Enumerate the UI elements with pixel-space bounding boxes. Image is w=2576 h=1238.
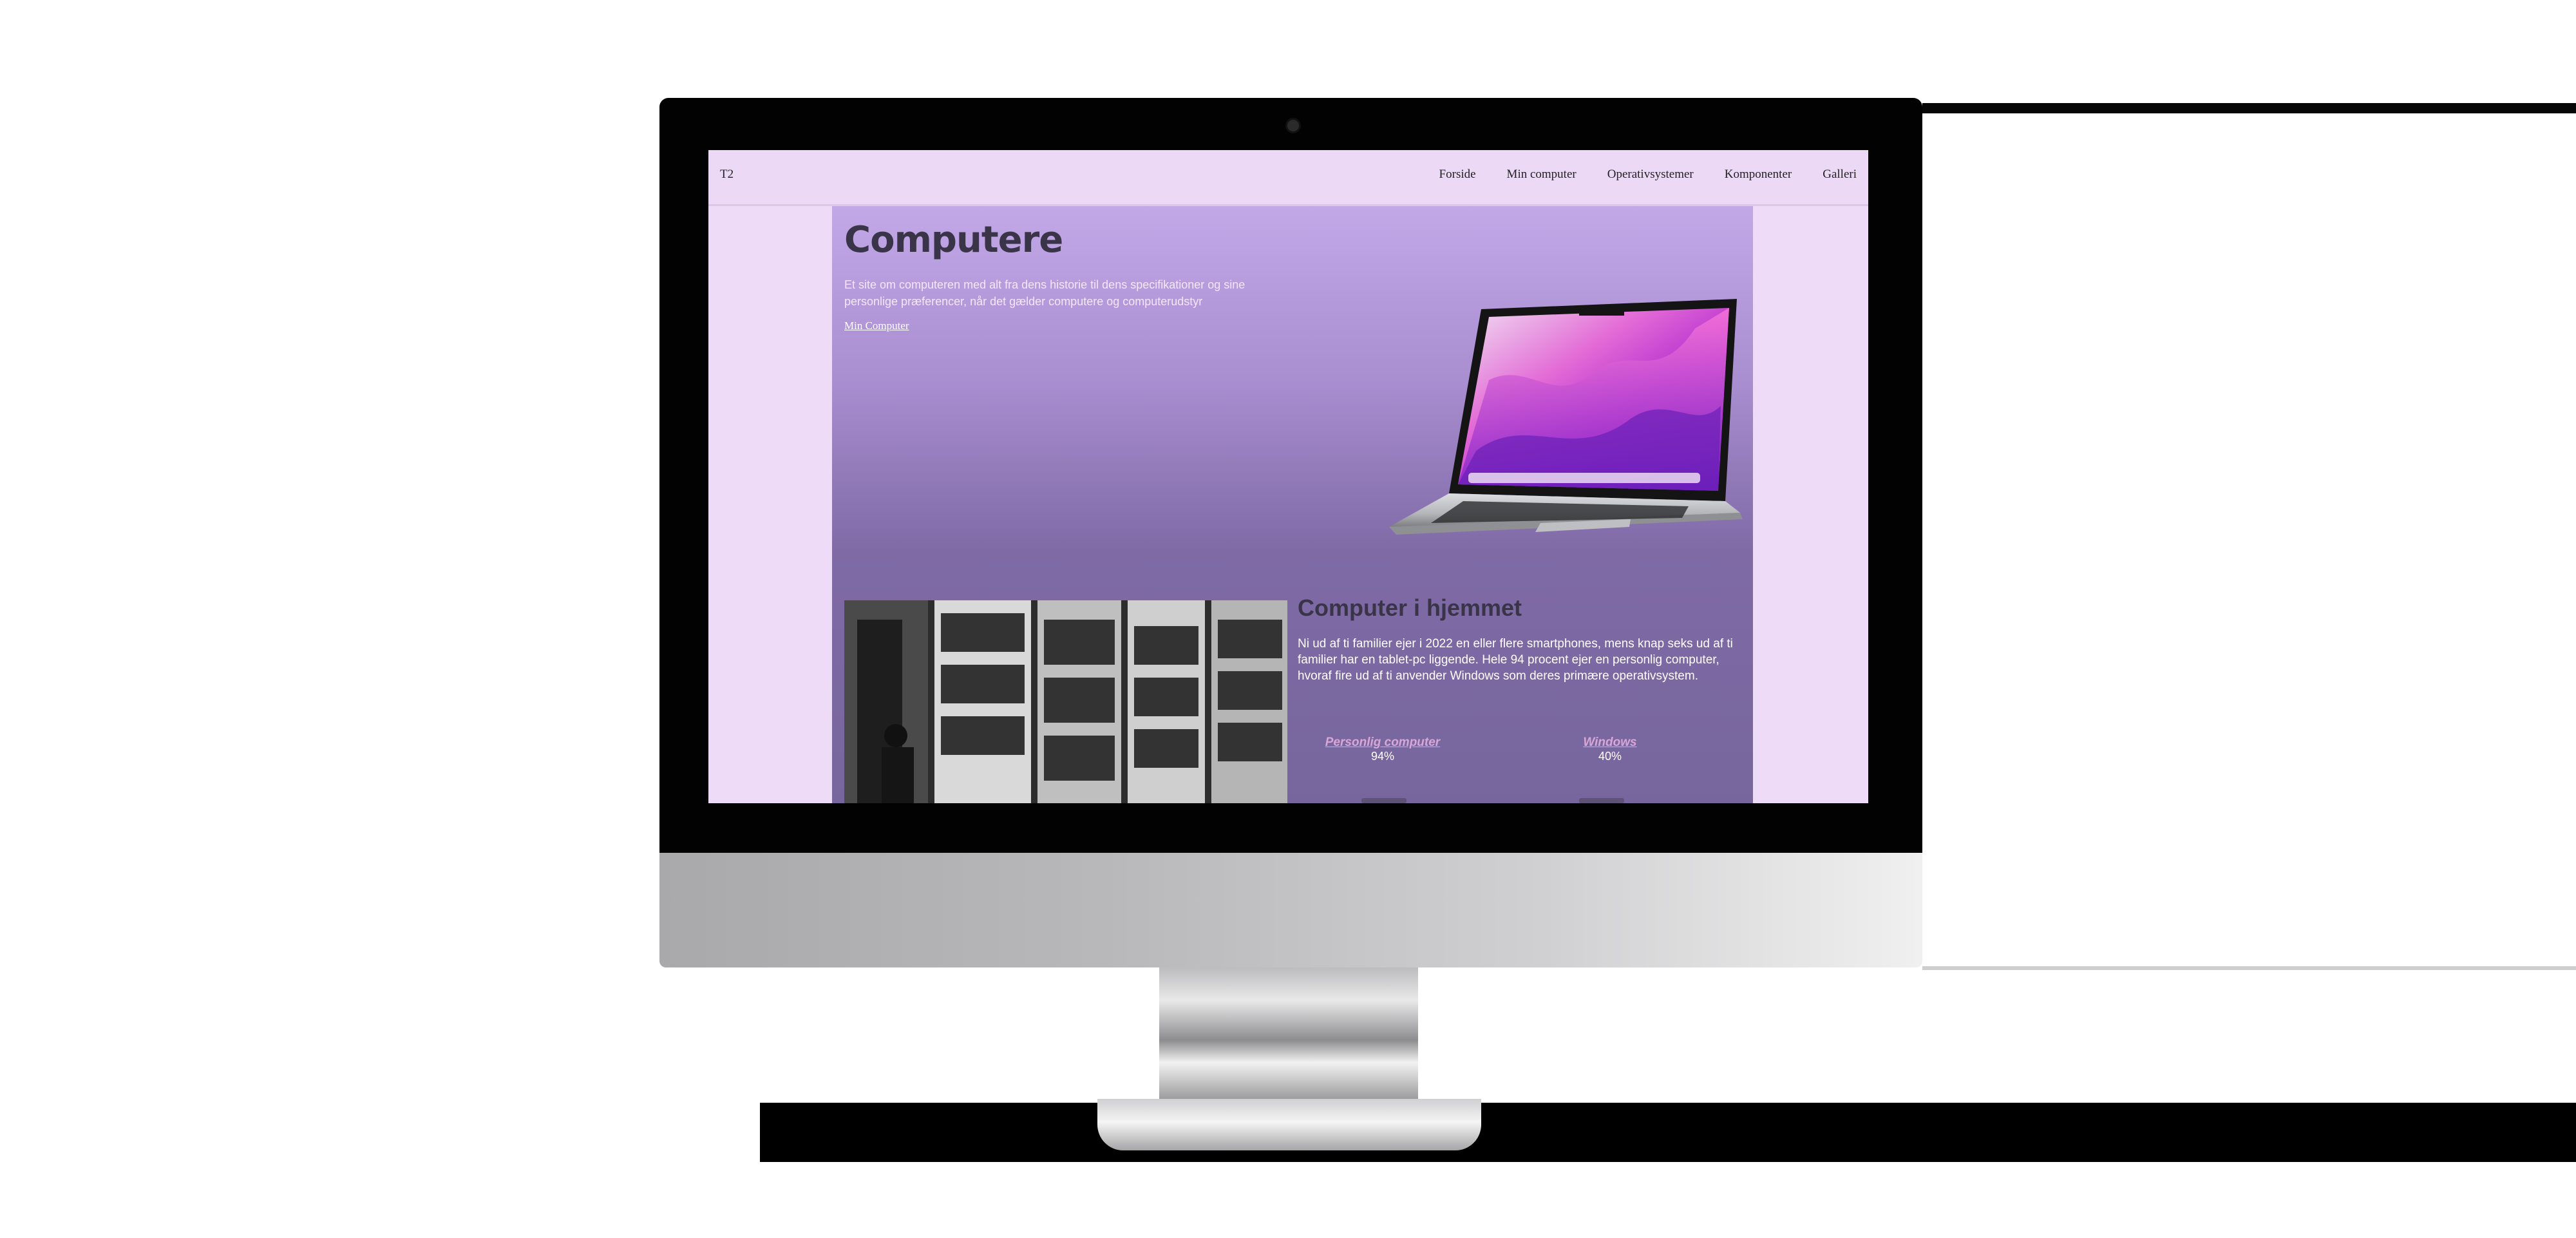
mainframe-image xyxy=(844,600,1287,803)
nav-link-operativsystemer[interactable]: Operativsystemer xyxy=(1607,167,1694,182)
stat-value: 40% xyxy=(1598,750,1622,763)
hero-subtitle: Et site om computeren med alt fra dens h… xyxy=(844,278,1245,308)
bezel-edge-line xyxy=(1922,103,2576,113)
brand-logo[interactable]: T2 xyxy=(720,167,734,182)
stat-label[interactable]: Personlig computer xyxy=(1299,736,1466,750)
page-title: Computere xyxy=(844,219,1063,261)
section-title: Computer i hjemmet xyxy=(1298,595,1522,621)
main-content: Computere Et site om computeren med alt … xyxy=(832,206,1753,803)
monitor-chin-edge xyxy=(1922,966,2576,970)
stat-windows: Windows 40% xyxy=(1526,736,1694,763)
camera-icon xyxy=(1285,118,1301,133)
stat-value: 94% xyxy=(1370,750,1395,763)
nav-links: Forside Min computer Operativsystemer Ko… xyxy=(1439,167,1857,182)
monitor-stand-neck xyxy=(1159,967,1418,1100)
foot-shadow-notch xyxy=(760,1103,869,1162)
navbar: T2 Forside Min computer Operativsystemer… xyxy=(708,150,1868,206)
nav-link-galleri[interactable]: Galleri xyxy=(1823,167,1857,182)
monitor-screen: T2 Forside Min computer Operativsystemer… xyxy=(708,150,1868,803)
nav-link-komponenter[interactable]: Komponenter xyxy=(1725,167,1792,182)
stat-personal-computer: Personlig computer 94% xyxy=(1299,736,1466,763)
foot-shadow-bar xyxy=(760,1103,2576,1162)
nav-link-forside[interactable]: Forside xyxy=(1439,167,1476,182)
hero-link-min-computer[interactable]: Min Computer xyxy=(844,319,909,332)
laptop-image xyxy=(1389,299,1743,535)
stat-label[interactable]: Windows xyxy=(1526,736,1694,750)
monitor-stand-foot xyxy=(1097,1099,1481,1150)
clipped-stat-label xyxy=(1361,798,1406,803)
archive-photo xyxy=(844,600,1287,803)
monitor-chin xyxy=(659,853,1922,967)
clipped-stat-label xyxy=(1579,798,1624,803)
section-text: Ni ud af ti familier ejer i 2022 en elle… xyxy=(1298,637,1733,683)
nav-link-min-computer[interactable]: Min computer xyxy=(1507,167,1577,182)
